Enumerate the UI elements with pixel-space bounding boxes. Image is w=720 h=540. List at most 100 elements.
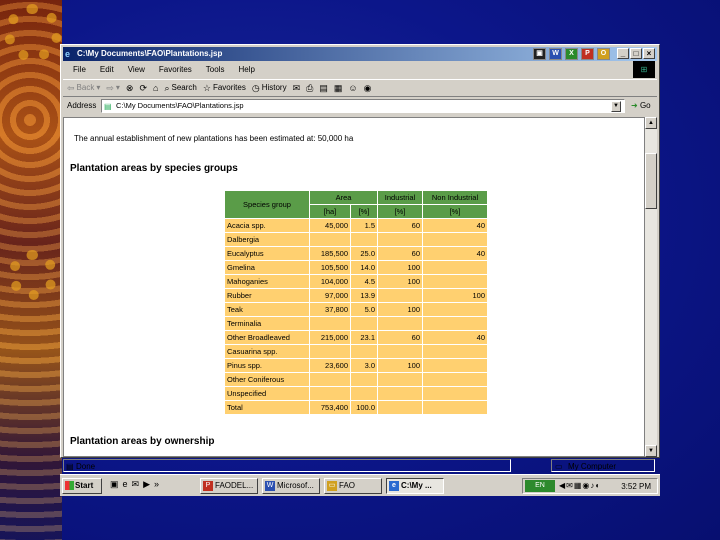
more-icon[interactable]: » [154, 479, 159, 490]
close-button[interactable]: × [643, 48, 655, 59]
app-icon[interactable]: ▣ [533, 48, 546, 60]
address-value: C:\My Documents\FAO\Plantations.jsp [116, 101, 244, 110]
task-microsoft[interactable]: W Microsof... [262, 478, 320, 494]
print-button[interactable]: ⎙ [306, 79, 313, 97]
table-row: Unspecified [225, 387, 487, 400]
page-content: The annual establishment of new plantati… [63, 117, 645, 457]
table-row: Total 753,400 100.0 [225, 401, 487, 414]
cell-industrial-pct: 100 [378, 359, 422, 372]
plantation-table: Species group Area Industrial Non Indust… [224, 190, 488, 415]
desktop-icon[interactable]: ▣ [110, 479, 119, 490]
research-button[interactable]: ◉ [364, 79, 372, 97]
cell-species-group: Dalbergia [225, 233, 309, 246]
cell-species-group: Other Broadleaved [225, 331, 309, 344]
word-icon[interactable]: W [549, 48, 562, 60]
ie-quick-icon[interactable]: e [123, 479, 128, 490]
home-icon: ⌂ [153, 83, 159, 93]
title-bar[interactable]: e C:\My Documents\FAO\Plantations.jsp ▣ … [63, 47, 657, 61]
folder-icon: ▭ [327, 481, 337, 491]
minimize-button[interactable]: _ [617, 48, 629, 59]
home-button[interactable]: ⌂ [153, 79, 158, 97]
menu-view[interactable]: View [128, 62, 145, 77]
tray-icons[interactable]: ◀✉▦◉♪◐ [559, 481, 601, 490]
task-fao[interactable]: ▭ FAO [324, 478, 382, 494]
favorites-button[interactable]: ☆ Favorites [203, 79, 246, 97]
forward-button[interactable]: ⇨ ▾ [106, 79, 120, 97]
powerpoint-icon[interactable]: P [581, 48, 594, 60]
ie-icon: e [389, 481, 399, 491]
table-row: Pinus spp. 23,600 3.0 100 [225, 359, 487, 372]
history-button[interactable]: ◷ History [252, 79, 287, 97]
cell-area-pct: 5.0 [351, 303, 377, 316]
dropdown-icon: ▾ [96, 83, 101, 92]
go-button[interactable]: ➜ Go [631, 98, 651, 114]
print-icon: ⎙ [306, 83, 314, 93]
refresh-icon: ⟳ [139, 83, 148, 93]
refresh-button[interactable]: ⟳ [139, 79, 147, 97]
scroll-down-icon[interactable]: ▼ [645, 445, 657, 457]
cell-area-pct [351, 373, 377, 386]
standard-toolbar: ⇦ Back ▾ ⇨ ▾ ⊗ ⟳ ⌂ ⌕ Search ☆ Favorites ◷ Hist… [63, 79, 657, 97]
stop-button[interactable]: ⊗ [126, 79, 134, 97]
start-button[interactable]: Start [62, 478, 102, 494]
status-done: ▤ Done [63, 459, 511, 472]
col-nonind-pct: [%] [423, 205, 487, 218]
window-controls: _ □ × [617, 48, 655, 59]
menu-help[interactable]: Help [238, 62, 254, 77]
cell-area-pct: 14.0 [351, 261, 377, 274]
cell-nonindustrial-pct: 40 [423, 331, 487, 344]
outlook-icon[interactable]: O [597, 48, 610, 60]
cell-area-ha: 97,000 [310, 289, 350, 302]
system-tray: EN ◀✉▦◉♪◐ 3:52 PM [522, 478, 658, 494]
forward-arrow-icon: ⇨ [106, 83, 114, 93]
cell-area-pct: 25.0 [351, 247, 377, 260]
word-icon: W [265, 481, 275, 491]
col-industrial: Industrial [378, 191, 422, 204]
cell-area-pct: 23.1 [351, 331, 377, 344]
discuss-button[interactable]: ▦ [334, 79, 343, 97]
cell-industrial-pct: 100 [378, 261, 422, 274]
edit-button[interactable]: ▤ [319, 79, 328, 97]
research-icon: ◉ [363, 83, 372, 93]
cell-species-group: Total [225, 401, 309, 414]
table-row: Casuarina spp. [225, 345, 487, 358]
media-icon[interactable]: ▶ [143, 479, 150, 490]
language-indicator[interactable]: EN [525, 480, 555, 492]
table-row: Mahoganies 104,000 4.5 100 [225, 275, 487, 288]
cell-industrial-pct [378, 401, 422, 414]
intro-text: The annual establishment of new plantati… [74, 134, 354, 143]
excel-icon[interactable]: X [565, 48, 578, 60]
vertical-scrollbar[interactable]: ▲ ▼ [645, 117, 657, 457]
table-row: Other Coniferous [225, 373, 487, 386]
cell-area-pct [351, 345, 377, 358]
history-icon: ◷ [251, 83, 260, 93]
cell-area-pct [351, 387, 377, 400]
cell-area-pct [351, 233, 377, 246]
cell-area-ha [310, 317, 350, 330]
outlook-quick-icon[interactable]: ✉ [132, 479, 140, 490]
back-button[interactable]: ⇦ Back ▾ [67, 79, 100, 97]
quick-launch: ▣ e ✉ ▶ » [110, 479, 159, 490]
task-faodel[interactable]: P FAODEL... [200, 478, 258, 494]
messenger-button[interactable]: ☺ [348, 79, 357, 97]
cell-species-group: Teak [225, 303, 309, 316]
window-title: C:\My Documents\FAO\Plantations.jsp [77, 49, 223, 58]
menu-favorites[interactable]: Favorites [159, 62, 192, 77]
address-dropdown-icon[interactable]: ▼ [611, 101, 621, 112]
menu-file[interactable]: File [73, 62, 86, 77]
dropdown-icon: ▾ [115, 83, 120, 92]
windows-logo-icon [65, 481, 74, 490]
menu-tools[interactable]: Tools [206, 62, 225, 77]
maximize-button[interactable]: □ [630, 48, 642, 59]
page-done-icon: ▤ [66, 462, 74, 471]
address-input[interactable]: ▤ C:\My Documents\FAO\Plantations.jsp ▼ [101, 99, 625, 113]
scroll-up-icon[interactable]: ▲ [645, 117, 657, 129]
cell-area-ha: 215,000 [310, 331, 350, 344]
search-button[interactable]: ⌕ Search [164, 79, 196, 97]
menu-edit[interactable]: Edit [100, 62, 114, 77]
task-browser[interactable]: e C:\My ... [386, 478, 444, 494]
mail-button[interactable]: ✉ [293, 79, 301, 97]
scroll-thumb[interactable] [645, 153, 657, 209]
cell-industrial-pct [378, 233, 422, 246]
cell-industrial-pct [378, 373, 422, 386]
